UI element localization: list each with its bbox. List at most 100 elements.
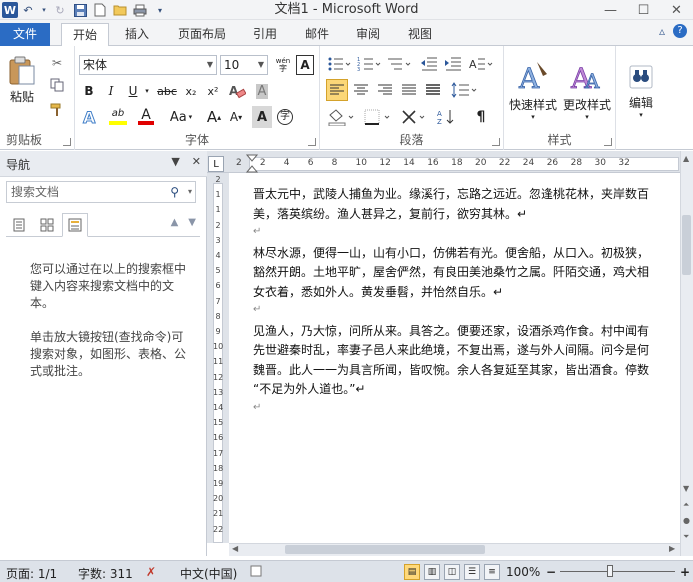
- copy-icon[interactable]: [48, 76, 66, 94]
- document-text-line[interactable]: 女衣着，悉如外人。黄发垂髫，并怡然自乐。↵: [253, 283, 503, 302]
- tab-page-layout[interactable]: 页面布局: [170, 23, 234, 46]
- document-text-line[interactable]: 见渔人，乃大惊，问所从来。具答之。便要还家，设酒杀鸡作食。村中闻有: [253, 322, 649, 341]
- redo-icon[interactable]: ↻: [52, 2, 68, 18]
- print-icon[interactable]: [132, 2, 148, 18]
- document-text-line[interactable]: 晋太元中，武陵人捕鱼为业。缘溪行，忘路之远近。忽逢桃花林，夹岸数百: [253, 185, 649, 204]
- close-pane-icon[interactable]: ✕: [192, 155, 201, 168]
- minimize-ribbon-icon[interactable]: ▵: [659, 24, 665, 38]
- clipboard-launcher[interactable]: [63, 138, 71, 146]
- scroll-down-icon[interactable]: ▼: [683, 484, 689, 493]
- increase-indent-button[interactable]: [442, 54, 464, 74]
- tab-selector[interactable]: L: [208, 156, 224, 172]
- enclose-char-button[interactable]: 字: [275, 106, 295, 128]
- word-count[interactable]: 字数: 311: [78, 565, 133, 582]
- tab-view[interactable]: 视图: [398, 23, 442, 46]
- styles-launcher[interactable]: [604, 138, 612, 146]
- highlight-button[interactable]: ab: [105, 106, 131, 128]
- word-logo[interactable]: W: [2, 2, 18, 18]
- char-border-button[interactable]: A: [296, 55, 314, 75]
- sort-button[interactable]: AZ: [435, 106, 465, 128]
- search-dropdown-icon[interactable]: ▾: [188, 182, 192, 202]
- justify-button[interactable]: [398, 79, 420, 101]
- shrink-font-button[interactable]: A ▾: [225, 106, 247, 128]
- document-text-line[interactable]: 美，落英缤纷。渔人甚异之，复前行，欲穷其林。↵: [253, 205, 527, 224]
- italic-button[interactable]: I: [101, 81, 121, 101]
- next-result-icon[interactable]: ▼: [188, 217, 196, 228]
- superscript-button[interactable]: x²: [203, 81, 223, 101]
- close-icon[interactable]: ✕: [660, 0, 693, 20]
- horizontal-scroll-thumb[interactable]: [285, 545, 485, 554]
- draft-view-button[interactable]: ≡: [484, 564, 500, 580]
- distributed-button[interactable]: [422, 79, 444, 101]
- page-count[interactable]: 页面: 1/1: [6, 565, 57, 582]
- document-text-line[interactable]: 先世避秦时乱，率妻子邑人来此绝境，不复出焉，遂与外人间隔。问今是何: [253, 341, 649, 360]
- minimize-icon[interactable]: —: [594, 0, 627, 20]
- horizontal-ruler-track[interactable]: [249, 157, 679, 171]
- cut-icon[interactable]: ✂: [48, 54, 66, 72]
- align-left-button[interactable]: [326, 79, 348, 101]
- line-spacing-button[interactable]: [450, 79, 480, 101]
- previous-result-icon[interactable]: ▲: [171, 217, 179, 228]
- zoom-slider-thumb[interactable]: [607, 565, 613, 577]
- underline-dropdown-icon[interactable]: ▾: [142, 81, 152, 101]
- undo-icon[interactable]: ↶: [20, 2, 36, 18]
- search-icon[interactable]: ⚲: [170, 182, 179, 202]
- text-effects-button[interactable]: A: [79, 106, 101, 128]
- zoom-out-icon[interactable]: −: [546, 565, 556, 579]
- indent-markers[interactable]: [246, 154, 258, 174]
- tab-home[interactable]: 开始: [61, 23, 109, 47]
- web-layout-view-button[interactable]: ◫: [444, 564, 460, 580]
- maximize-icon[interactable]: ☐: [627, 0, 660, 20]
- document-text-line[interactable]: 豁然开朗。土地平旷，屋舍俨然，有良田美池桑竹之属。阡陌交通，鸡犬相: [253, 263, 649, 282]
- tab-pages[interactable]: [34, 213, 60, 237]
- previous-page-icon[interactable]: ⏶: [683, 500, 689, 510]
- save-icon[interactable]: [72, 2, 88, 18]
- char-shading-button[interactable]: A: [252, 81, 272, 101]
- tab-headings[interactable]: [6, 213, 32, 237]
- undo-dropdown-icon[interactable]: ▾: [40, 2, 48, 18]
- vertical-scrollbar[interactable]: [680, 151, 693, 556]
- search-document-input[interactable]: 搜索文档 ⚲ ▾: [6, 181, 196, 203]
- subscript-button[interactable]: x₂: [181, 81, 201, 101]
- scroll-right-icon[interactable]: ▶: [669, 544, 675, 553]
- editing-button[interactable]: 编辑 ▾: [620, 50, 662, 130]
- font-launcher[interactable]: [308, 138, 316, 146]
- tab-insert[interactable]: 插入: [115, 23, 159, 46]
- language-indicator[interactable]: 中文(中国): [180, 565, 237, 582]
- align-right-button[interactable]: [374, 79, 396, 101]
- font-color-button[interactable]: A: [135, 106, 157, 128]
- help-icon[interactable]: ?: [673, 24, 687, 38]
- scroll-left-icon[interactable]: ◀: [232, 544, 238, 553]
- customize-qat-icon[interactable]: ▾: [152, 2, 168, 18]
- document-text-line[interactable]: 林尽水源，便得一山，山有小口，仿佛若有光。便舍船，从口入。初极狭，: [253, 244, 649, 263]
- format-painter-icon[interactable]: [48, 101, 66, 119]
- show-marks-button[interactable]: ¶: [468, 106, 494, 128]
- paste-button[interactable]: 粘贴: [4, 50, 40, 110]
- vertical-scroll-thumb[interactable]: [682, 215, 691, 275]
- scroll-up-icon[interactable]: ▲: [683, 154, 689, 163]
- open-folder-icon[interactable]: [112, 2, 128, 18]
- change-case-button[interactable]: Aa ▾: [163, 106, 199, 128]
- tab-review[interactable]: 审阅: [346, 23, 390, 46]
- outline-view-button[interactable]: ☰: [464, 564, 480, 580]
- tab-references[interactable]: 引用: [243, 23, 287, 46]
- strikethrough-button[interactable]: abc: [155, 81, 179, 101]
- insert-mode-icon[interactable]: [250, 565, 262, 580]
- new-document-icon[interactable]: [92, 2, 108, 18]
- grow-font-button[interactable]: A ▴: [203, 106, 225, 128]
- print-layout-view-button[interactable]: ▤: [404, 564, 420, 580]
- numbering-button[interactable]: 123: [356, 54, 382, 74]
- zoom-in-icon[interactable]: +: [680, 565, 690, 579]
- full-screen-reading-view-button[interactable]: ▥: [424, 564, 440, 580]
- asian-layout-button[interactable]: A: [468, 54, 496, 74]
- underline-button[interactable]: U: [123, 81, 143, 101]
- paragraph-launcher[interactable]: [492, 138, 500, 146]
- browse-object-icon[interactable]: ●: [683, 516, 690, 525]
- document-text-line[interactable]: “不足为外人道也。”↵: [253, 380, 366, 399]
- proofing-icon[interactable]: ✗: [146, 565, 156, 579]
- clear-format-button[interactable]: A: [226, 81, 248, 101]
- zoom-slider-track[interactable]: [560, 571, 675, 572]
- tab-results[interactable]: [62, 213, 88, 237]
- pane-options-icon[interactable]: ▼: [171, 155, 179, 168]
- chinese-layout-button[interactable]: [400, 106, 430, 128]
